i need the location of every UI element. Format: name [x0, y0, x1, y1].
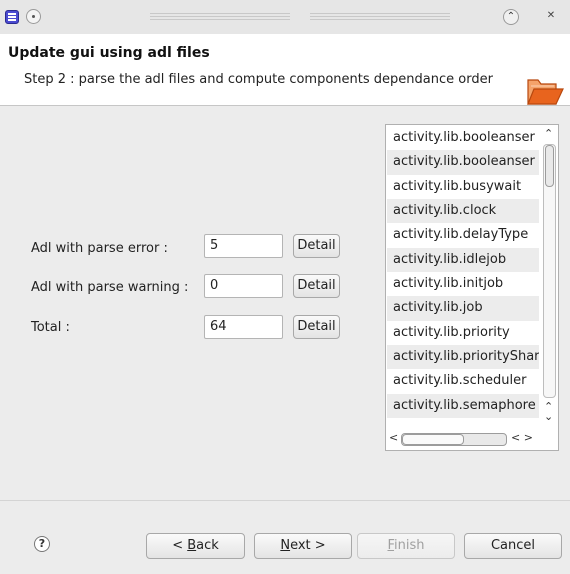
- parse-error-detail-button[interactable]: Detail: [293, 234, 340, 258]
- page-title: Update gui using adl files: [8, 45, 210, 61]
- horizontal-scroll-thumb[interactable]: [402, 434, 464, 445]
- back-prefix: <: [172, 538, 188, 553]
- page-subtitle: Step 2 : parse the adl files and compute…: [24, 72, 493, 87]
- open-folder-icon: [527, 79, 564, 105]
- parse-warning-count-field[interactable]: 0: [204, 274, 283, 298]
- scroll-updown-icon[interactable]: ⌃ ⌄: [544, 401, 553, 422]
- window-titlebar[interactable]: ⌃ ✕: [0, 0, 570, 34]
- back-mnemonic: B: [187, 538, 197, 553]
- list-item[interactable]: activity.lib.delayType: [387, 223, 539, 247]
- finish-rest: inish: [394, 538, 425, 553]
- total-label: Total :: [31, 320, 70, 335]
- back-button[interactable]: < Back: [146, 533, 245, 559]
- wizard-header: Update gui using adl files Step 2 : pars…: [0, 34, 570, 106]
- eclipse-app-icon[interactable]: [5, 10, 19, 24]
- next-rest: ext >: [290, 538, 326, 553]
- scroll-left-icon[interactable]: <: [389, 432, 398, 443]
- total-count-field[interactable]: 64: [204, 315, 283, 339]
- vertical-scroll-track[interactable]: [543, 144, 556, 398]
- list-item[interactable]: activity.lib.clock: [387, 198, 539, 224]
- parse-error-label: Adl with parse error :: [31, 241, 168, 256]
- titlebar-grip: [310, 13, 450, 20]
- footer-divider: [0, 500, 570, 501]
- scroll-up-icon[interactable]: ⌃: [544, 128, 553, 139]
- vertical-scroll-thumb[interactable]: [545, 145, 554, 187]
- back-rest: ack: [196, 538, 219, 553]
- parse-error-count-field[interactable]: 5: [204, 234, 283, 258]
- components-list-items[interactable]: activity.lib.booleanser activity.lib.bool…: [387, 126, 539, 428]
- maximize-icon[interactable]: ⌃: [503, 9, 519, 25]
- parse-warning-detail-button[interactable]: Detail: [293, 274, 340, 298]
- sticky-icon[interactable]: [26, 9, 41, 24]
- finish-button[interactable]: Finish: [357, 533, 455, 559]
- components-list[interactable]: activity.lib.booleanser activity.lib.bool…: [385, 124, 559, 451]
- list-item[interactable]: activity.lib.priority: [387, 321, 539, 345]
- total-detail-button[interactable]: Detail: [293, 315, 340, 339]
- list-item[interactable]: activity.lib.booleanser: [387, 150, 539, 175]
- help-icon[interactable]: ?: [34, 536, 50, 552]
- list-item[interactable]: activity.lib.initjob: [387, 272, 539, 296]
- horizontal-scroll-track[interactable]: [401, 433, 507, 446]
- list-item[interactable]: activity.lib.scheduler: [387, 369, 539, 393]
- list-item[interactable]: activity.lib.job: [387, 296, 539, 321]
- titlebar-grip: [150, 13, 290, 20]
- list-item[interactable]: activity.lib.priorityShar: [387, 344, 539, 370]
- list-item[interactable]: activity.lib.semaphore: [387, 393, 539, 418]
- horizontal-scrollbar[interactable]: < < >: [387, 429, 539, 449]
- scroll-leftright-icon[interactable]: < >: [511, 432, 533, 443]
- next-button[interactable]: Next >: [254, 533, 352, 559]
- cancel-button[interactable]: Cancel: [464, 533, 562, 559]
- next-mnemonic: N: [280, 538, 291, 553]
- list-item[interactable]: activity.lib.idlejob: [387, 247, 539, 272]
- vertical-scrollbar[interactable]: ⌃ ⌃ ⌄: [540, 126, 558, 428]
- list-item[interactable]: activity.lib.busywait: [387, 175, 539, 199]
- parse-warning-label: Adl with parse warning :: [31, 280, 189, 295]
- list-item[interactable]: activity.lib.booleanser: [387, 126, 539, 150]
- close-icon[interactable]: ✕: [543, 9, 559, 25]
